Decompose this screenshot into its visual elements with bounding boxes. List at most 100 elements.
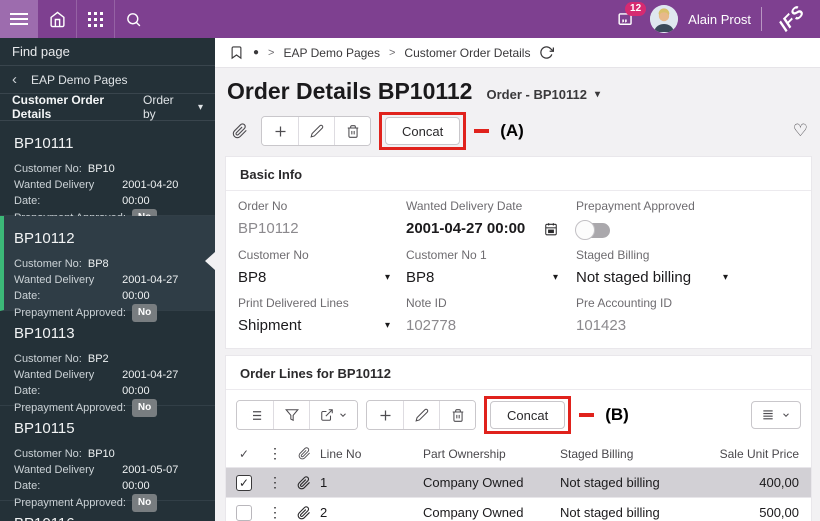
attachments-button[interactable] — [227, 117, 253, 145]
status-dot-icon: ● — [253, 47, 260, 58]
field-staged-billing: Staged Billing Not staged billing ▾ — [576, 248, 797, 286]
order-id: BP10112 — [14, 230, 75, 247]
annotation-box-a: Concat — [379, 112, 467, 150]
user-name[interactable]: Alain Prost — [688, 12, 751, 27]
field-order-no: Order No BP10112 — [238, 199, 406, 238]
customer-no-label: Customer No: — [14, 448, 82, 460]
customer-no-value: BP10 — [87, 448, 115, 460]
field-label: Pre Accounting ID — [576, 296, 673, 310]
col-line-no[interactable]: Line No — [320, 447, 423, 461]
filter-button[interactable] — [273, 401, 309, 429]
prepayment-approved-toggle[interactable] — [575, 220, 610, 240]
row-attachment-icon[interactable] — [288, 505, 320, 520]
cell-staged-billing: Not staged billing — [560, 505, 660, 520]
record-actions-group — [261, 116, 371, 146]
wanted-date-label: Wanted Delivery Date: — [14, 369, 95, 397]
sidebar-back-nav[interactable]: ‹ EAP Demo Pages — [0, 66, 215, 94]
breadcrumb-eap-demo-pages[interactable]: EAP Demo Pages — [283, 46, 380, 60]
top-app-bar: 12 Alain Prost IFS — [0, 0, 820, 38]
calendar-icon[interactable] — [544, 222, 558, 236]
basic-info-card: Basic Info Order No BP10112 Wanted Deliv… — [225, 156, 812, 349]
annotation-line-a — [474, 129, 490, 133]
cell-sale-unit-price: 500,00 — [759, 505, 799, 520]
field-label: Customer No 1 — [406, 248, 487, 262]
table-row-1[interactable]: ✓ ⋮ 1 Company Owned Not staged billing 4… — [226, 468, 811, 498]
customer-no-select[interactable]: BP8 ▾ — [238, 269, 390, 286]
field-pre-accounting-id: Pre Accounting ID 101423 — [576, 296, 797, 334]
back-nav-label: EAP Demo Pages — [31, 72, 128, 87]
export-icon — [320, 409, 333, 421]
row-attachment-icon[interactable] — [288, 475, 320, 490]
breadcrumb-customer-order-details[interactable]: Customer Order Details — [404, 46, 530, 60]
bookmark-button[interactable] — [229, 45, 244, 60]
list-item-bp10111[interactable]: BP10111 Customer No: BP10 Wanted Delivery… — [0, 121, 215, 227]
wanted-date-label: Wanted Delivery Date: — [14, 464, 95, 492]
row-checkbox[interactable]: ✓ — [236, 474, 252, 491]
delete-line-button[interactable] — [439, 401, 475, 429]
print-delivered-lines-select[interactable]: Shipment ▾ — [238, 317, 390, 334]
edit-button[interactable] — [298, 117, 334, 145]
pencil-icon — [414, 408, 428, 422]
notification-badge: 12 — [625, 2, 647, 16]
export-button[interactable] — [309, 401, 357, 429]
view-selector-button[interactable] — [751, 401, 801, 429]
kebab-menu-icon[interactable]: ⋮ — [262, 445, 288, 462]
customer-no-1-select[interactable]: BP8 ▾ — [406, 269, 558, 286]
select-all-check-icon[interactable]: ✓ — [226, 447, 262, 461]
col-part-ownership[interactable]: Part Ownership — [423, 447, 560, 461]
delete-button[interactable] — [334, 117, 370, 145]
cell-part-ownership: Company Owned — [423, 475, 524, 490]
app-grid-button[interactable] — [76, 0, 114, 38]
list-icon — [249, 410, 261, 420]
col-staged-billing[interactable]: Staged Billing — [560, 447, 705, 461]
add-button[interactable] — [262, 117, 298, 145]
notifications-button[interactable]: 12 — [610, 2, 647, 34]
multi-select-button[interactable] — [237, 401, 273, 429]
header-command-bar: Concat (A) ♡ — [215, 107, 820, 156]
list-item-bp10112-selected[interactable]: BP10112 Customer No: BP8 Wanted Delivery … — [0, 216, 215, 322]
add-line-button[interactable] — [367, 401, 403, 429]
list-item-bp10115[interactable]: BP10115 Customer No: BP10 Wanted Delivery… — [0, 406, 215, 512]
attachment-column-icon — [288, 447, 320, 460]
list-item-bp10113[interactable]: BP10113 Customer No: BP2 Wanted Delivery … — [0, 311, 215, 417]
row-kebab-icon[interactable]: ⋮ — [262, 474, 288, 491]
hamburger-menu-button[interactable] — [0, 0, 38, 38]
wanted-delivery-date-input[interactable]: 2001-04-27 00:00 — [406, 220, 558, 237]
order-by-dropdown[interactable]: Order by ▾ — [143, 93, 203, 121]
refresh-button[interactable] — [539, 45, 555, 60]
app-grid-icon — [88, 11, 103, 27]
paperclip-icon — [232, 123, 247, 139]
wanted-date-value: 2001-05-07 00:00 — [122, 464, 179, 492]
field-label: Prepayment Approved — [576, 199, 695, 213]
find-page-input[interactable]: Find page — [0, 38, 215, 66]
basic-info-title: Basic Info — [226, 157, 811, 191]
field-label: Note ID — [406, 296, 447, 310]
field-label: Order No — [238, 199, 288, 213]
row-checkbox[interactable]: ✓ — [236, 504, 252, 521]
col-sale-unit-price[interactable]: Sale Unit Price — [705, 447, 811, 461]
order-by-label: Order by — [142, 93, 174, 121]
list-item-bp10116[interactable]: BP10116 — [0, 501, 215, 521]
search-button[interactable] — [114, 0, 152, 38]
row-kebab-icon[interactable]: ⋮ — [262, 504, 288, 521]
date-value: 2001-04-27 00:00 — [406, 220, 526, 237]
favorite-button[interactable]: ♡ — [793, 121, 808, 141]
concat-button-lines[interactable]: Concat — [490, 401, 566, 429]
table-row-2[interactable]: ✓ ⋮ 2 Company Owned Not staged billing 5… — [226, 498, 811, 521]
field-label: Wanted Delivery Date — [406, 199, 523, 213]
cell-staged-billing: Not staged billing — [560, 475, 660, 490]
concat-button-header[interactable]: Concat — [385, 117, 461, 145]
chevron-left-icon: ‹ — [12, 71, 17, 88]
home-icon — [49, 11, 66, 28]
wanted-date-label: Wanted Delivery Date: — [14, 274, 95, 302]
chevron-down-icon — [783, 413, 789, 417]
chevron-down-icon: ▾ — [594, 89, 600, 100]
home-button[interactable] — [38, 0, 76, 38]
user-avatar[interactable] — [650, 5, 679, 33]
edit-line-button[interactable] — [403, 401, 439, 429]
staged-billing-select[interactable]: Not staged billing ▾ — [576, 269, 728, 286]
context-selector[interactable]: Order - BP10112 ▾ — [486, 87, 599, 102]
table-header-row: ✓ ⋮ Line No Part Ownership Staged Billin… — [226, 440, 811, 468]
order-list: BP10111 Customer No: BP10 Wanted Delivery… — [0, 121, 215, 521]
